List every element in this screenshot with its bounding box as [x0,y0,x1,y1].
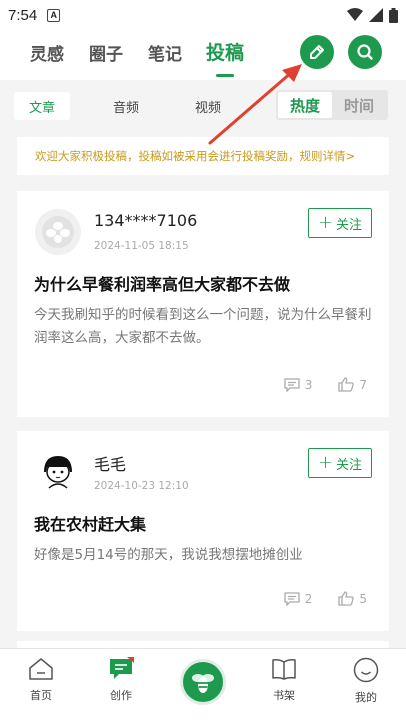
thumbs-up-icon [338,377,355,392]
comment-count: 2 [304,591,313,606]
plus-icon: + [317,212,334,233]
subtab-video[interactable]: 视频 [180,92,236,120]
submission-notice-banner[interactable]: 欢迎大家积极投稿，投稿如被采用会进行投稿奖励，规则详情> [17,137,389,175]
battery-icon [389,7,398,23]
nav-create[interactable]: 创作 [91,657,151,703]
status-time: 7:54 [8,6,38,24]
nav-home[interactable]: 首页 [11,657,71,703]
signal-icon [369,8,383,22]
nav-home-label: 首页 [30,689,52,702]
pen-icon [310,45,324,59]
book-icon [272,659,296,680]
post-card[interactable]: 134****7106 2024-11-05 18:15 + 关注 为什么早餐利… [17,191,389,417]
post-stats: 3 7 [258,377,367,392]
post-date: 2024-11-05 18:15 [94,240,189,252]
search-button[interactable] [348,35,382,69]
comment-count: 3 [304,377,313,392]
profile-icon [353,657,379,683]
sort-by-time[interactable]: 时间 [332,92,386,118]
nav-create-label: 创作 [110,689,132,702]
compose-button[interactable] [300,35,334,69]
bottom-nav: 首页 创作 书架 我的 [0,648,406,723]
sort-toggle: 热度 时间 [276,90,388,120]
nav-bookshelf[interactable]: 书架 [254,657,314,703]
like-stat[interactable]: 7 [338,377,367,392]
top-nav: 灵感 圈子 笔记 投稿 [0,30,406,80]
status-bar: 7:54 A [0,0,406,30]
post-author[interactable]: 134****7106 [94,211,197,230]
like-count: 7 [359,377,367,392]
default-avatar-icon [42,216,74,248]
comment-icon [284,591,300,606]
comment-stat[interactable]: 3 [284,377,313,392]
nav-profile[interactable]: 我的 [336,657,396,705]
subtab-audio[interactable]: 音频 [98,92,154,120]
post-stats: 2 5 [258,591,367,606]
create-icon [110,657,134,679]
status-icons [347,7,398,23]
bee-logo-icon [192,674,214,693]
tab-submissions[interactable]: 投稿 [206,38,244,65]
cartoon-girl-avatar-icon [44,456,72,489]
post-card[interactable]: 毛毛 2024-10-23 12:10 + 关注 我在农村赶大集 好像是5月14… [17,431,389,631]
post-date: 2024-10-23 12:10 [94,480,189,492]
follow-label: 关注 [336,217,363,233]
nav-bookshelf-label: 书架 [273,689,295,702]
active-tab-indicator [216,74,234,77]
search-icon [357,44,373,60]
post-excerpt[interactable]: 今天我刷知乎的时候看到这么一个问题，说为什么早餐利润率这么高，大家都不去做。 [34,304,374,350]
tab-circles[interactable]: 圈子 [89,40,123,65]
comment-stat[interactable]: 2 [284,591,313,606]
post-author[interactable]: 毛毛 [94,451,126,475]
nav-center-logo-button[interactable] [180,659,226,705]
tab-inspiration[interactable]: 灵感 [30,40,64,65]
filter-row: 文章 音频 视频 热度 时间 [0,80,406,130]
post-excerpt[interactable]: 好像是5月14号的那天，我说我想摆地摊创业 [34,544,374,567]
nav-profile-label: 我的 [355,691,377,704]
follow-label: 关注 [336,457,363,473]
like-stat[interactable]: 5 [338,591,367,606]
subtab-articles[interactable]: 文章 [14,92,70,120]
follow-button[interactable]: + 关注 [308,448,372,478]
home-icon [29,658,53,680]
thumbs-up-icon [338,591,355,606]
follow-button[interactable]: + 关注 [308,208,372,238]
sort-by-popularity[interactable]: 热度 [278,92,332,118]
avatar[interactable] [35,209,81,255]
like-count: 5 [359,591,367,606]
notification-a-icon: A [47,8,61,22]
wifi-icon [347,8,363,21]
plus-icon: + [317,452,334,473]
avatar[interactable] [35,449,81,495]
tab-notes[interactable]: 笔记 [148,40,182,65]
post-title[interactable]: 为什么早餐利润率高但大家都不去做 [34,271,290,295]
comment-icon [284,377,300,392]
post-title[interactable]: 我在农村赶大集 [34,511,146,535]
